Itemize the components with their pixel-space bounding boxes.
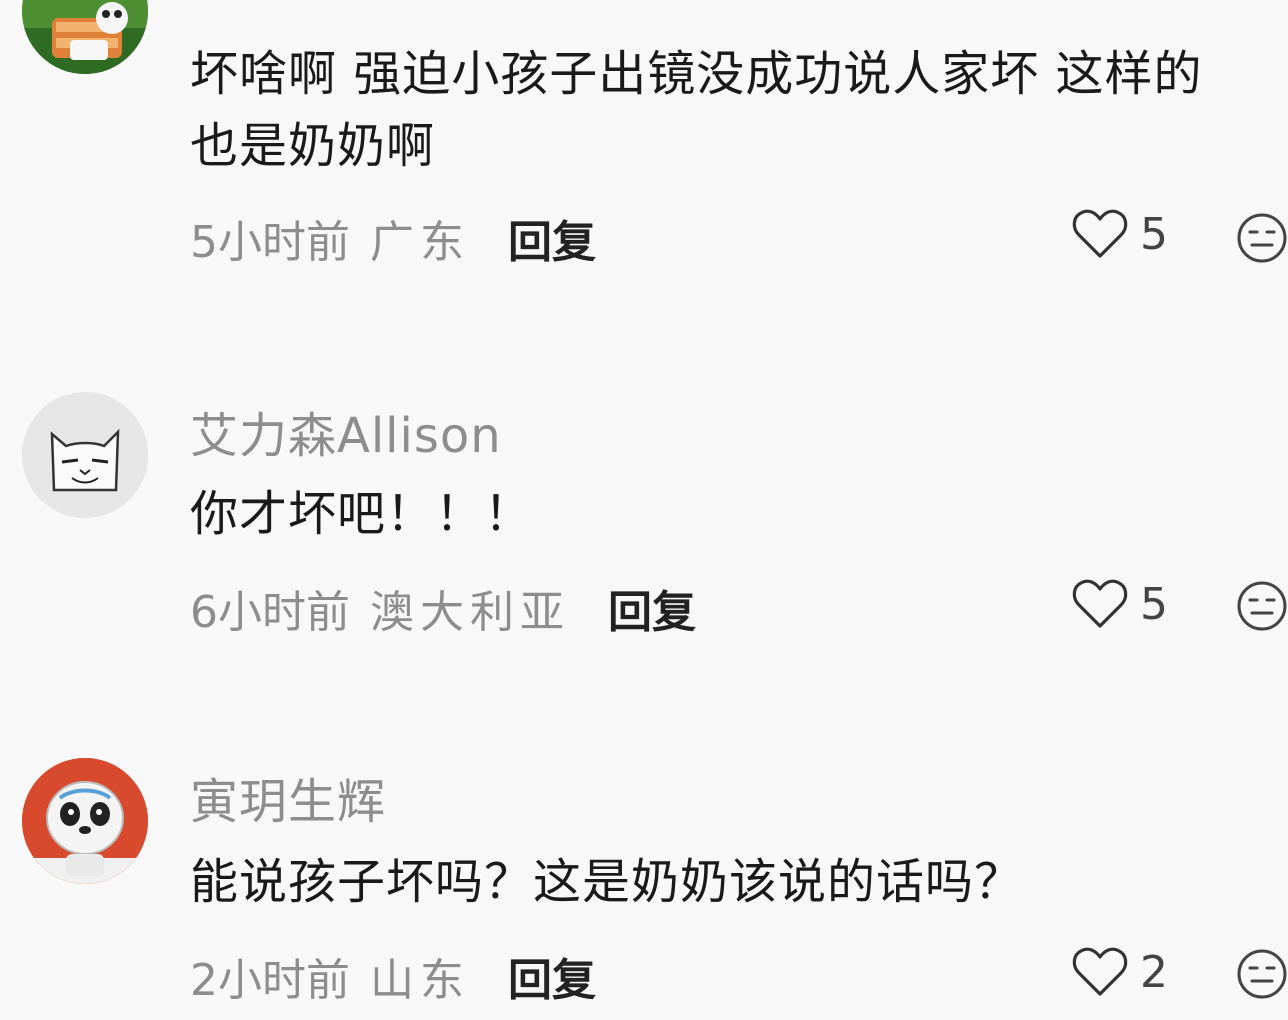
heart-icon — [1072, 579, 1128, 628]
like-button[interactable]: 2 — [1072, 946, 1168, 998]
cartoon-avatar-icon — [22, 0, 148, 74]
reply-button[interactable]: 回复 — [508, 944, 596, 1008]
comment-time: 5小时前 — [190, 217, 350, 268]
reply-button[interactable]: 回复 — [608, 576, 696, 640]
comment-region: 澳大利亚 — [370, 587, 570, 638]
comment-item: 寅玥生辉 能说孩子坏吗？这是奶奶该说的话吗？ 2小时前 山东 回复 2 — [0, 748, 1288, 1020]
neutral-face-icon — [1237, 949, 1287, 999]
comment-meta: 2小时前 山东 回复 — [190, 944, 596, 1008]
emoji-reaction-button[interactable] — [1236, 580, 1288, 636]
reply-button[interactable]: 回复 — [508, 206, 596, 270]
comment-item: 艾力森Allison 你才坏吧！！！ 6小时前 澳大利亚 回复 5 — [0, 380, 1288, 680]
cat-sketch-avatar-icon — [22, 392, 148, 518]
avatar[interactable] — [22, 392, 148, 518]
comment-text-line: 你才坏吧！！！ — [190, 486, 534, 542]
comment-meta: 5小时前 广东 回复 — [190, 206, 596, 270]
like-button[interactable]: 5 — [1072, 578, 1168, 630]
comment-username[interactable]: 寅玥生辉 — [190, 762, 386, 832]
comment-text-line: 也是奶奶啊 — [190, 118, 436, 174]
like-count: 5 — [1140, 578, 1168, 630]
comment-region: 广东 — [370, 217, 470, 268]
avatar[interactable] — [22, 758, 148, 884]
like-count: 5 — [1140, 208, 1168, 260]
comment-item: 坏啥啊 强迫小孩子出镜没成功说人家坏 这样的 也是奶奶啊 5小时前 广东 回复 … — [0, 0, 1288, 330]
like-button[interactable]: 5 — [1072, 208, 1168, 260]
emoji-reaction-button[interactable] — [1236, 948, 1288, 1004]
comment-username[interactable]: 艾力森Allison — [190, 396, 502, 466]
neutral-face-icon — [1237, 581, 1287, 631]
comment-text-line: 能说孩子坏吗？这是奶奶该说的话吗？ — [190, 854, 1024, 910]
comment-text-line: 坏啥啊 强迫小孩子出镜没成功说人家坏 这样的 — [190, 46, 1203, 102]
comment-region: 山东 — [370, 955, 470, 1006]
emoji-reaction-button[interactable] — [1236, 212, 1288, 268]
avatar[interactable] — [22, 0, 148, 74]
heart-icon — [1072, 947, 1128, 996]
comment-meta: 6小时前 澳大利亚 回复 — [190, 576, 696, 640]
panda-mascot-avatar-icon — [22, 758, 148, 884]
comment-time: 2小时前 — [190, 955, 350, 1006]
heart-icon — [1072, 209, 1128, 258]
like-count: 2 — [1140, 946, 1168, 998]
comment-time: 6小时前 — [190, 587, 350, 638]
neutral-face-icon — [1237, 213, 1287, 263]
